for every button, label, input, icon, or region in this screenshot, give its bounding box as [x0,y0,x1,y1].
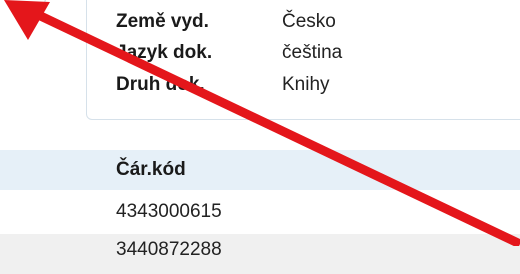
table-row[interactable]: 3440872288 [0,234,520,274]
detail-label: Druh dok. [116,74,205,95]
detail-value: Česko [282,11,336,32]
table-header: Čár.kód [0,150,520,190]
column-header-barcode[interactable]: Čár.kód [116,150,186,190]
barcode-cell: 4343000615 [116,201,222,222]
detail-label: Země vyd. [116,11,209,32]
detail-label: Jazyk dok. [116,42,213,63]
detail-value: čeština [282,42,343,63]
barcode-cell: 3440872288 [116,239,222,260]
radio-button[interactable] [8,0,46,16]
table-row[interactable]: 4343000615 [0,192,520,232]
detail-value: Knihy [282,74,330,95]
